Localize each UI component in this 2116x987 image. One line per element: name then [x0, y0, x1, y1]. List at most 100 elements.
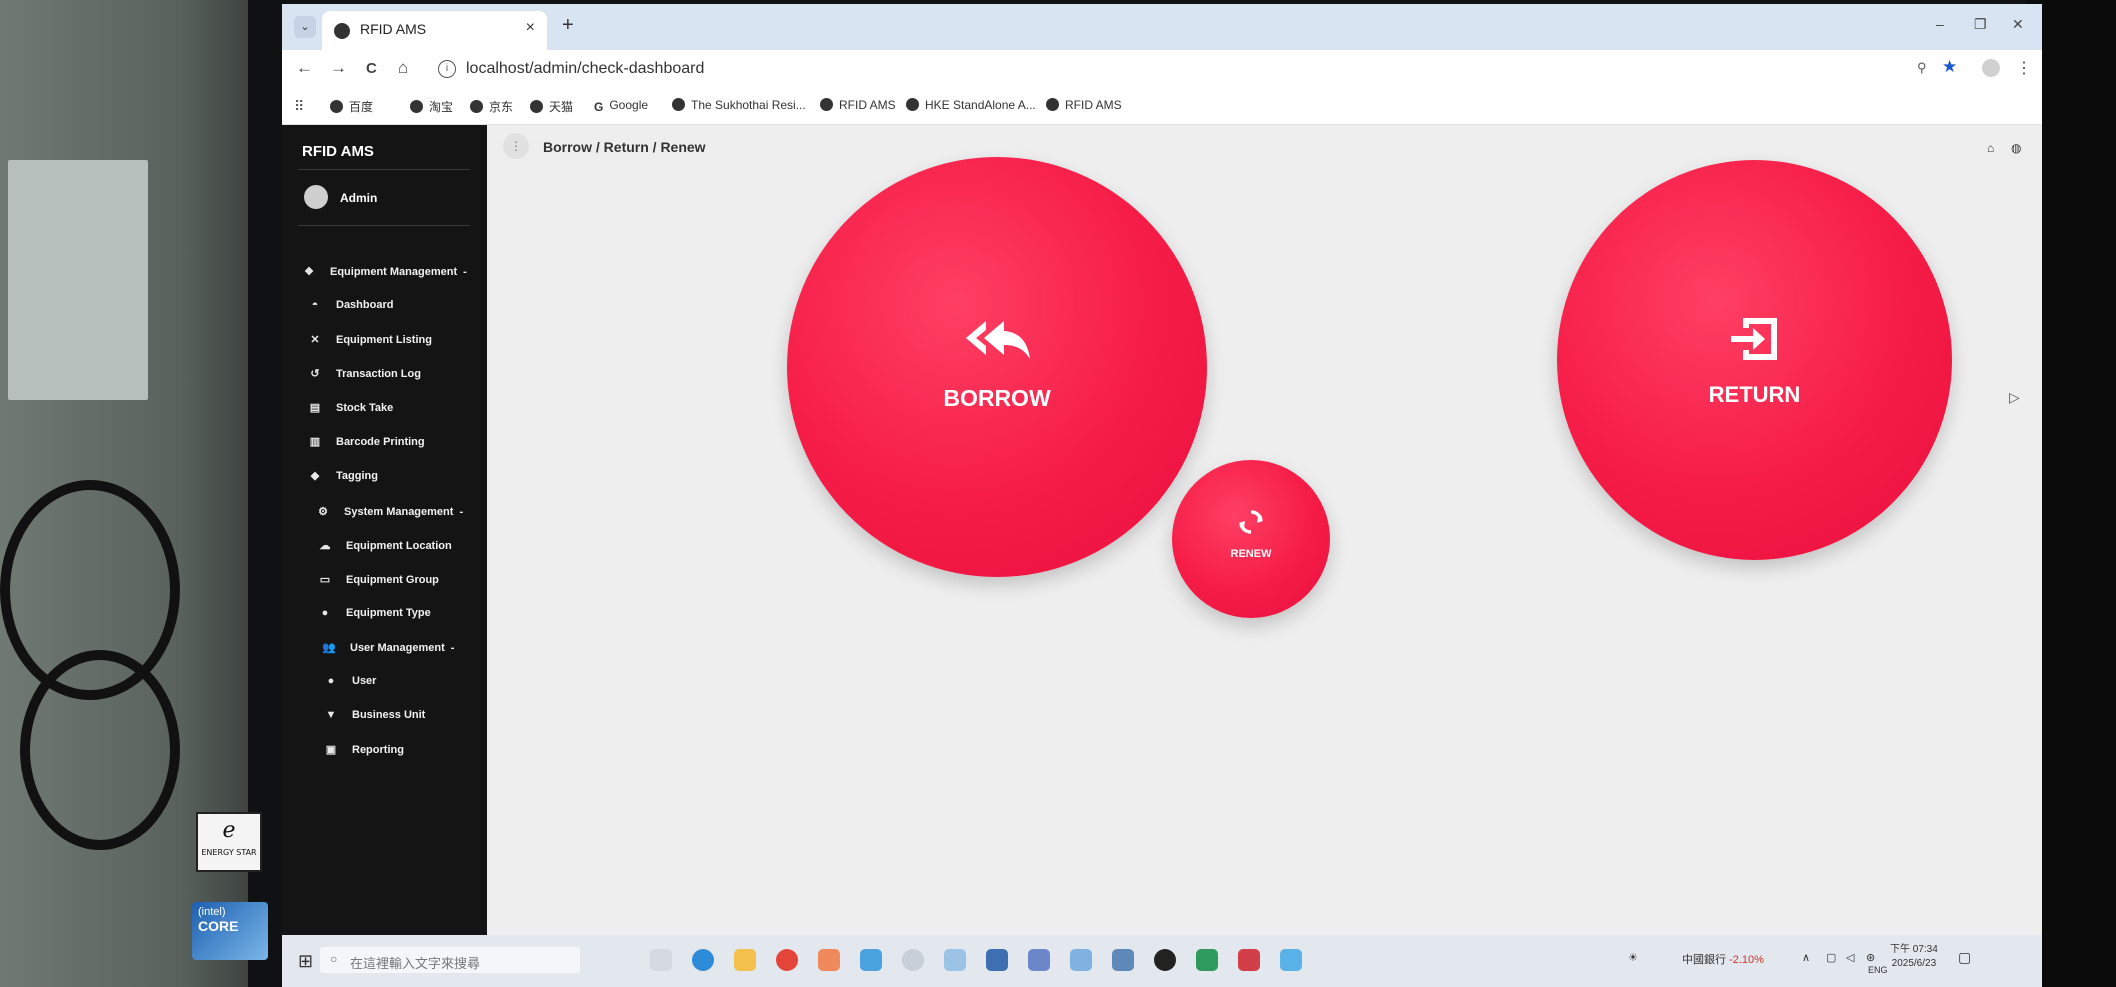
app-icon[interactable]: [1280, 949, 1302, 971]
app-icon[interactable]: [1154, 949, 1176, 971]
sidebar-item-equipment-listing[interactable]: ✕ Equipment Listing: [308, 333, 432, 346]
task-view-icon[interactable]: [650, 949, 672, 971]
forward-button[interactable]: →: [330, 58, 347, 78]
renew-button[interactable]: RENEW: [1172, 460, 1330, 618]
browser-tab-active[interactable]: RFID AMS ×: [322, 11, 547, 50]
monitor-screen: ⌄ RFID AMS × + – ❐ ✕ ← → C ⌂ i localhost…: [282, 4, 2042, 987]
taskbar-clock[interactable]: 下午 07:34 2025/6/23: [1890, 943, 1938, 971]
sidebar-item-dashboard[interactable]: ◓ Dashboard: [308, 299, 394, 311]
sidebar-brand[interactable]: RFID AMS: [302, 143, 374, 160]
sidebar-item-user-management[interactable]: 👥 User Management -: [322, 641, 454, 654]
sidebar-divider: [298, 169, 470, 170]
new-tab-button[interactable]: +: [562, 14, 574, 37]
sidebar-item-business-unit[interactable]: ▼ Business Unit: [324, 709, 426, 721]
weather-icon[interactable]: ☀: [1628, 951, 1638, 964]
return-button[interactable]: RETURN: [1557, 160, 1952, 560]
collapse-icon: -: [450, 642, 455, 654]
location-icon: ☁: [319, 540, 331, 552]
bookmark-item[interactable]: RFID AMS: [820, 98, 896, 112]
app-icon[interactable]: [1238, 949, 1260, 971]
sidebar-item-label: Equipment Listing: [336, 334, 432, 346]
sidebar-item-equipment-location[interactable]: ☁ Equipment Location: [318, 539, 452, 552]
windows-start-icon[interactable]: ⊞: [298, 951, 313, 972]
sidebar-item-label: Equipment Management: [330, 266, 458, 278]
ime-icon[interactable]: ⊛: [1866, 951, 1875, 964]
return-label: RETURN: [1708, 382, 1801, 407]
profile-avatar[interactable]: [1982, 59, 2000, 77]
home-button[interactable]: ⌂: [398, 58, 408, 78]
app-icon[interactable]: [1070, 949, 1092, 971]
bookmark-label: RFID AMS: [1065, 98, 1122, 112]
app-icon[interactable]: [1196, 949, 1218, 971]
bookmark-item[interactable]: RFID AMS: [1046, 98, 1122, 112]
bookmark-item[interactable]: The Sukhothai Resi...: [672, 98, 806, 112]
app-icon[interactable]: [986, 949, 1008, 971]
globe-icon: [672, 98, 685, 111]
close-window-button[interactable]: ✕: [2012, 16, 2024, 33]
bookmarks-bar: ⠿ 百度 淘宝 京东 天猫 G Google The Sukhothai Resi…: [282, 90, 2042, 125]
home-icon[interactable]: ⌂: [1987, 141, 1994, 155]
restore-button[interactable]: ❐: [1974, 16, 1987, 33]
bookmark-item[interactable]: 百度: [330, 98, 373, 115]
language-globe-icon[interactable]: ◍: [2011, 141, 2021, 155]
bookmark-item[interactable]: HKE StandAlone A...: [906, 98, 1036, 112]
app-icon[interactable]: [1112, 949, 1134, 971]
app-icon[interactable]: [1028, 949, 1050, 971]
language-indicator[interactable]: ENG: [1868, 965, 1888, 975]
bookmark-item[interactable]: 京东: [470, 98, 513, 115]
avatar[interactable]: [304, 185, 328, 209]
bookmark-item[interactable]: G Google: [594, 98, 648, 114]
sidebar-item-tagging[interactable]: ◆ Tagging: [308, 469, 378, 482]
site-info-icon[interactable]: i: [438, 60, 456, 78]
stock-widget[interactable]: 中國銀行 -2.10%: [1682, 951, 1764, 967]
app-icon[interactable]: [860, 949, 882, 971]
app-icon[interactable]: [902, 949, 924, 971]
layers-icon: ❖: [304, 266, 314, 278]
volume-icon[interactable]: ◁: [1846, 951, 1854, 964]
sidebar-item-equipment-type[interactable]: ● Equipment Type: [318, 607, 431, 619]
borrow-button[interactable]: BORROW: [787, 157, 1207, 577]
network-icon[interactable]: ▢: [1826, 951, 1836, 964]
user-name[interactable]: Admin: [340, 191, 377, 205]
app-icon[interactable]: [944, 949, 966, 971]
sidebar-item-equipment-group[interactable]: ▭ Equipment Group: [318, 573, 439, 586]
box-icon: ▤: [309, 402, 321, 414]
reload-button[interactable]: C: [366, 60, 377, 77]
sidebar-item-barcode-printing[interactable]: ▥ Barcode Printing: [308, 435, 425, 448]
edge-icon[interactable]: [692, 949, 714, 971]
address-url[interactable]: localhost/admin/check-dashboard: [466, 60, 704, 78]
bookmark-item[interactable]: 淘宝: [410, 98, 453, 115]
breadcrumb: Borrow / Return / Renew: [543, 139, 706, 155]
tab-close-icon[interactable]: ×: [526, 19, 535, 37]
bookmark-star-icon[interactable]: ★: [1942, 57, 1957, 77]
sidebar-item-user[interactable]: ● User: [324, 675, 377, 687]
sidebar-item-stock-take[interactable]: ▤ Stock Take: [308, 401, 393, 414]
app-icon[interactable]: [818, 949, 840, 971]
apps-grid-icon[interactable]: ⠿: [294, 98, 304, 115]
file-explorer-icon[interactable]: [734, 949, 756, 971]
back-button[interactable]: ←: [296, 58, 313, 78]
bookmark-label: 百度: [349, 100, 374, 114]
sidebar-item-transaction-log[interactable]: ↺ Transaction Log: [308, 367, 421, 380]
list-icon: ✕: [310, 334, 320, 346]
tray-chevron-icon[interactable]: ∧: [1802, 951, 1810, 964]
notification-icon[interactable]: ▢: [1958, 949, 1971, 966]
address-bar[interactable]: i localhost/admin/check-dashboard: [432, 55, 1902, 84]
sidebar-item-system-management[interactable]: ⚙ System Management -: [316, 505, 463, 518]
main-content: ⋮ Borrow / Return / Renew ⌂ ◍ BORROW RET…: [487, 125, 2042, 935]
bookmark-item[interactable]: 天猫: [530, 98, 573, 115]
bookmark-label: HKE StandAlone A...: [925, 98, 1036, 112]
zoom-icon[interactable]: ⚲: [1917, 60, 1927, 76]
browser-menu-icon[interactable]: ⋮: [2016, 58, 2032, 78]
menu-toggle-button[interactable]: ⋮: [503, 133, 529, 159]
tab-search-button[interactable]: ⌄: [294, 16, 316, 38]
chrome-icon[interactable]: [776, 949, 798, 971]
sidebar-item-reporting[interactable]: ▣ Reporting: [324, 743, 404, 756]
taskbar-search-input[interactable]: ○ 在這裡輸入文字來搜尋: [320, 947, 580, 973]
barcode-icon: ▥: [309, 436, 321, 448]
sidebar-item-equipment-management[interactable]: ❖ Equipment Management -: [302, 265, 467, 278]
sidebar-item-label: Stock Take: [336, 402, 394, 414]
sidebar-item-label: Transaction Log: [336, 368, 421, 380]
minimize-button[interactable]: –: [1936, 16, 1944, 32]
sign-in-icon: [1557, 312, 1952, 371]
